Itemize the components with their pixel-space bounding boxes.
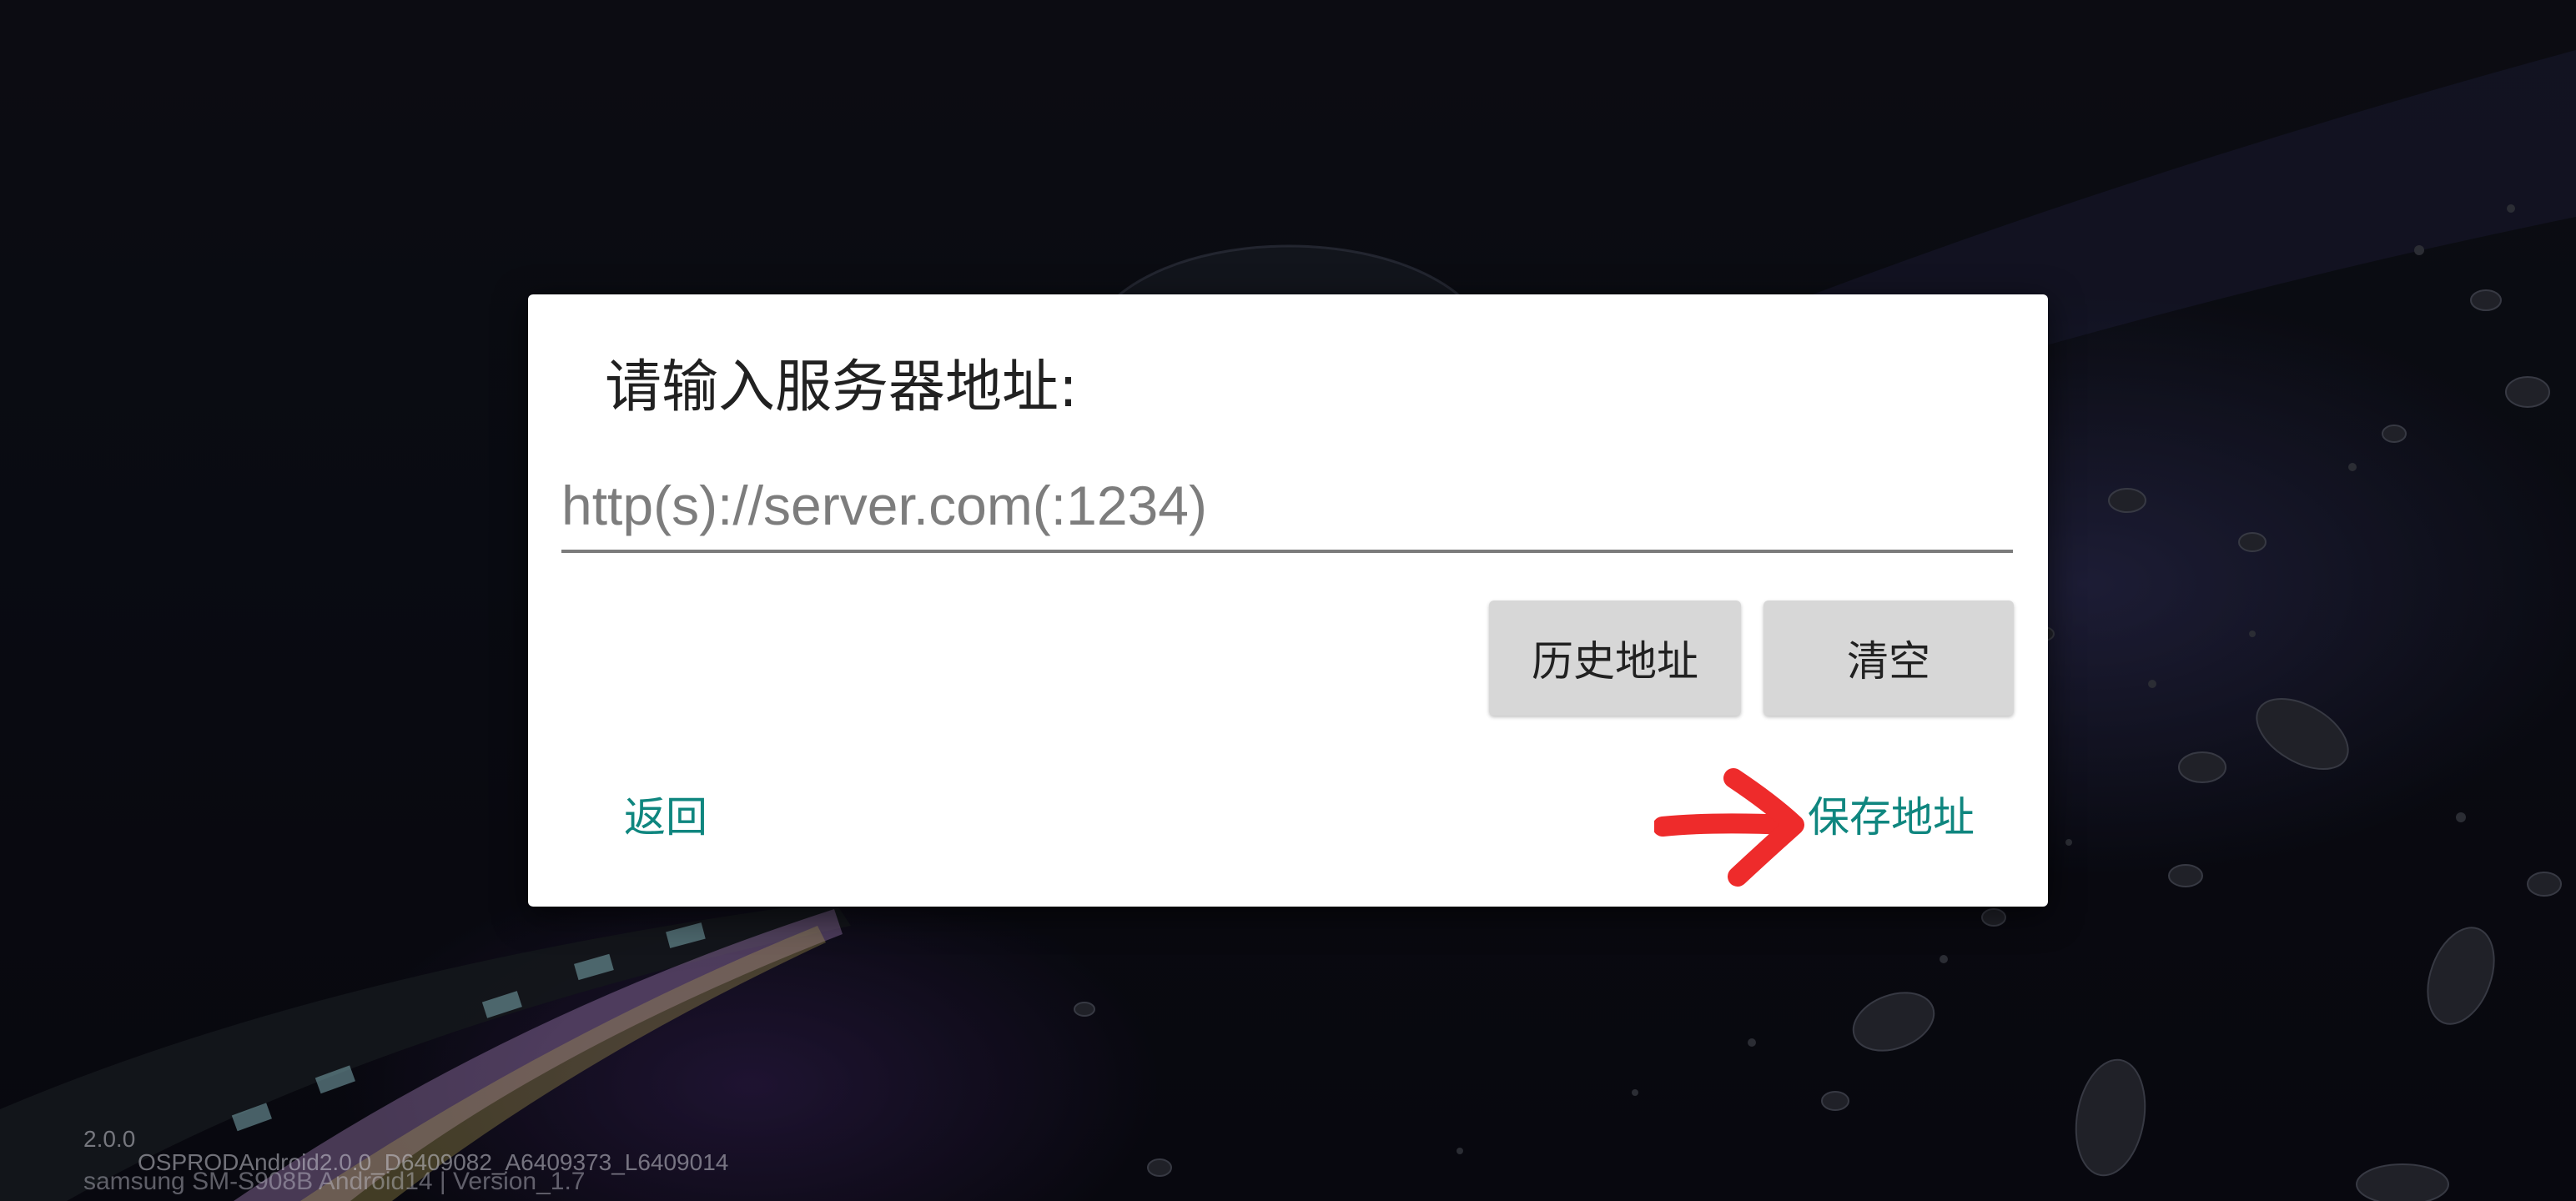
clear-button[interactable]: 清空 xyxy=(1763,600,2014,716)
history-address-button[interactable]: 历史地址 xyxy=(1489,600,1741,716)
server-address-input[interactable] xyxy=(561,461,2013,553)
app-version: 2.0.0 xyxy=(83,1126,136,1152)
red-arrow-icon xyxy=(1654,768,1804,887)
back-button[interactable]: 返回 xyxy=(624,784,707,844)
device-info: samsung SM-S908B Android14 | Version_1.7 xyxy=(83,1168,586,1195)
dialog-title: 请输入服务器地址: xyxy=(605,354,1078,420)
save-address-button[interactable]: 保存地址 xyxy=(1808,784,1975,844)
server-address-dialog: 请输入服务器地址: 历史地址 清空 返回 保存地址 xyxy=(528,294,2048,907)
